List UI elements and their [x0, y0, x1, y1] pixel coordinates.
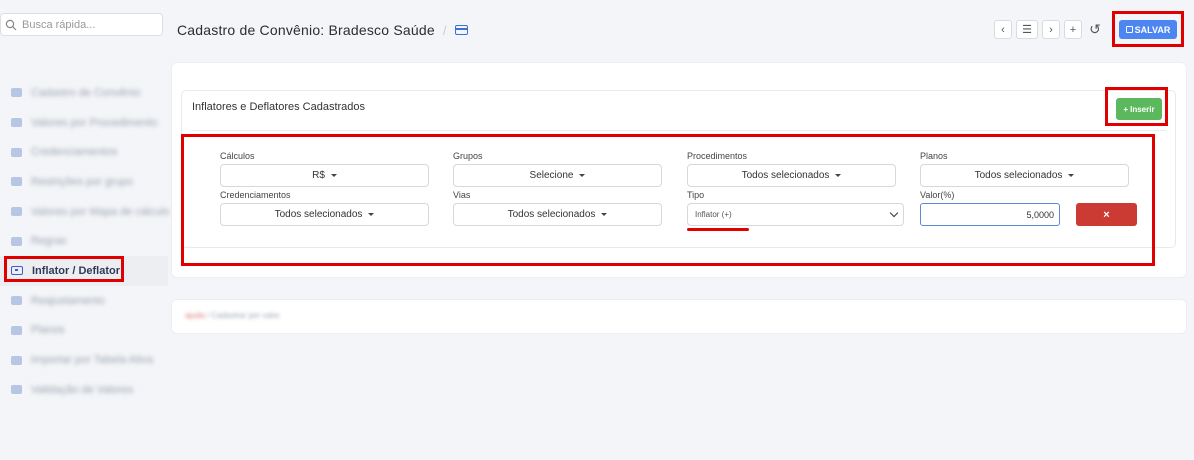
sidebar-item-label: Planos	[31, 324, 65, 337]
sidebar-item-label: Restrições por grupo	[31, 175, 134, 188]
sidebar-item-0[interactable]: Cadastro de Convênio	[0, 78, 168, 108]
sidebar-item-label: Credenciamentos	[31, 146, 118, 159]
sidebar-item-6[interactable]: Inflator / Deflator	[0, 256, 168, 286]
panel-title: Inflatores e Deflatores Cadastrados	[192, 101, 366, 113]
list-button[interactable]: ☰	[1016, 20, 1038, 39]
sidebar-item-label: Valores por Mapa de cálculo	[31, 205, 170, 218]
sidebar-item-7[interactable]: Reajustamento	[0, 286, 168, 316]
save-highlight: SALVAR	[1112, 11, 1184, 47]
nav-icon	[11, 325, 22, 335]
toolbar: ‹ ☰ › + ↺	[994, 20, 1104, 39]
search-input[interactable]	[22, 18, 152, 31]
card-icon[interactable]	[455, 25, 469, 35]
page-header: Cadastro de Convênio: Bradesco Saúde /	[177, 18, 469, 42]
sidebar: Cadastro de Convênio Valores por Procedim…	[0, 0, 170, 460]
save-icon	[1125, 26, 1133, 33]
sidebar-item-4[interactable]: Valores por Mapa de cálculo	[0, 197, 170, 227]
insert-button[interactable]: + Inserir	[1116, 98, 1162, 120]
panel-divider	[191, 130, 1166, 131]
active-item-highlight	[4, 256, 124, 283]
search-icon	[5, 19, 17, 30]
history-button[interactable]: ↺	[1086, 20, 1104, 39]
nav-icon	[11, 177, 22, 187]
breadcrumb-separator: /	[442, 22, 447, 38]
nav-icon	[11, 296, 22, 306]
sidebar-item-8[interactable]: Planos	[0, 316, 168, 346]
add-button[interactable]: +	[1064, 20, 1082, 39]
nav-icon	[11, 147, 22, 157]
sidebar-item-label: Valores por Procedimento	[31, 116, 158, 129]
sidebar-item-2[interactable]: Credenciamentos	[0, 137, 168, 167]
page-title: Cadastro de Convênio: Bradesco Saúde	[177, 22, 435, 38]
sidebar-item-9[interactable]: Importar por Tabela Ativa	[0, 345, 168, 375]
sidebar-item-label: Regras	[31, 235, 67, 248]
insert-highlight: + Inserir	[1105, 87, 1168, 126]
lower-panel-label: / Cadastrar por valor	[204, 311, 280, 320]
sidebar-item-label: Cadastro de Convênio	[31, 86, 141, 99]
lower-panel-text: ajuda / Cadastrar por valor	[185, 311, 280, 320]
insert-label: Inserir	[1130, 104, 1155, 114]
lower-panel-prefix: ajuda	[185, 311, 205, 320]
save-label: SALVAR	[1134, 24, 1171, 35]
sidebar-item-3[interactable]: Restrições por grupo	[0, 167, 168, 197]
sidebar-item-1[interactable]: Valores por Procedimento	[0, 108, 168, 138]
nav-icon	[11, 88, 22, 98]
nav-icon	[11, 207, 22, 217]
sidebar-item-10[interactable]: Validação de Valores	[0, 375, 168, 405]
sidebar-nav: Cadastro de Convênio Valores por Procedim…	[0, 78, 170, 405]
quick-search[interactable]	[0, 13, 163, 36]
prev-button[interactable]: ‹	[994, 20, 1012, 39]
next-button[interactable]: ›	[1042, 20, 1060, 39]
nav-icon	[11, 385, 22, 395]
lower-panel	[171, 299, 1187, 334]
nav-icon	[11, 355, 22, 365]
sidebar-item-label: Validação de Valores	[31, 383, 134, 396]
sidebar-item-label: Reajustamento	[31, 294, 105, 307]
sidebar-item-label: Importar por Tabela Ativa	[31, 354, 154, 367]
nav-icon	[11, 118, 22, 128]
sidebar-item-5[interactable]: Regras	[0, 226, 168, 256]
nav-icon	[11, 236, 22, 246]
save-button[interactable]: SALVAR	[1119, 20, 1177, 39]
plus-icon: +	[1123, 104, 1129, 114]
form-highlight	[181, 134, 1155, 266]
